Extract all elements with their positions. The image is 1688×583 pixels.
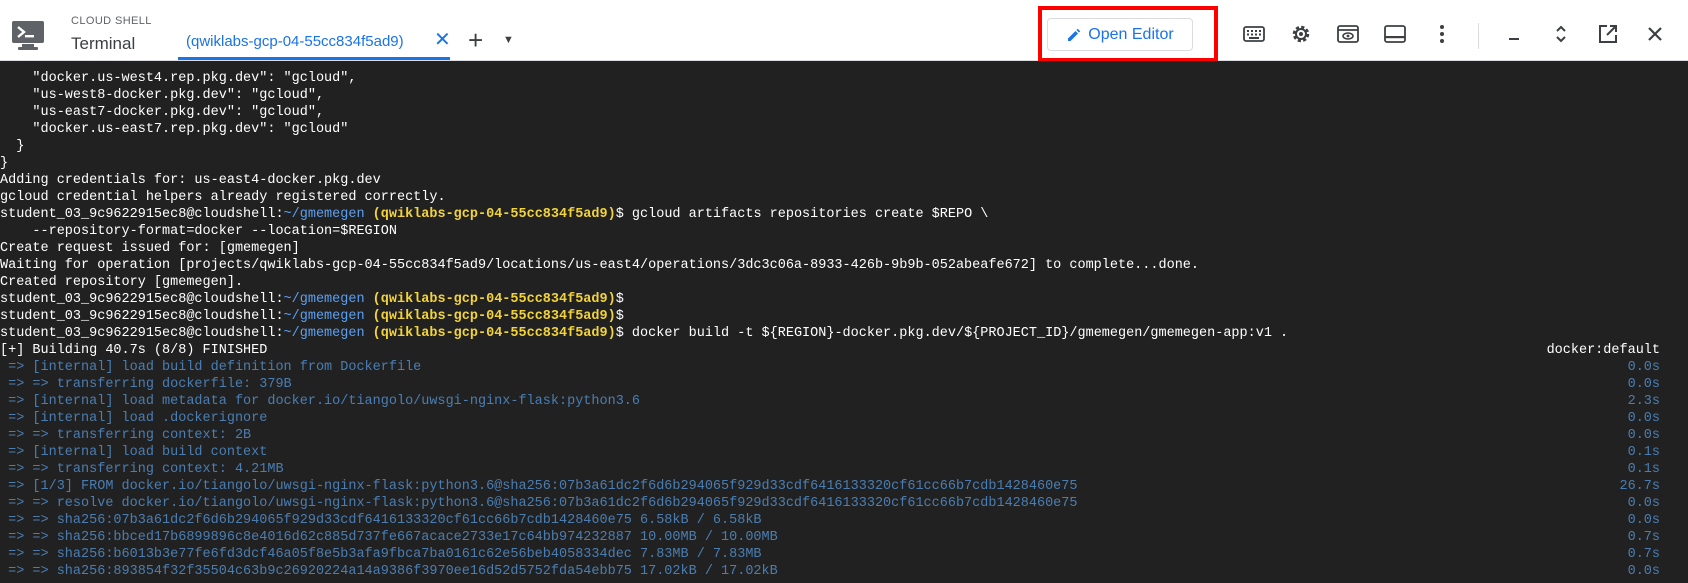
builder-name: docker:default [1546,343,1660,358]
command-line: student_03_9c9622915ec8@cloudshell:~/gme… [0,308,1688,325]
terminal-line: Create request issued for: [gmemegen] [0,241,300,256]
active-tab-indicator [178,57,450,60]
terminal-line: } [0,156,9,171]
build-step-text: => => sha256:bbced17b6899896c8e4016d62c8… [0,530,778,545]
build-step-text: => [internal] load build context [0,445,268,460]
build-step-time: 0.0s [1627,360,1660,375]
terminal-line: "docker.us-east7.rep.pkg.dev": "gcloud" [0,122,349,137]
prompt-path: ~/gmemegen [283,309,365,324]
build-step-text: => [1/3] FROM docker.io/tiangolo/uwsgi-n… [0,479,1078,494]
build-status: [+] Building 40.7s (8/8) FINISHED [0,343,268,358]
command-line: student_03_9c9622915ec8@cloudshell:~/gme… [0,325,1688,342]
build-step-line: => [internal] load build context 0.1s [0,444,1688,461]
close-tab-icon[interactable]: ✕ [434,30,451,50]
build-step-time: 26.7s [1619,479,1660,494]
terminal-output[interactable]: "docker.us-west4.rep.pkg.dev": "gcloud",… [0,61,1688,583]
panel-icon[interactable] [1383,22,1407,46]
cloud-shell-icon [12,21,44,50]
build-step-time: 0.1s [1627,445,1660,460]
terminal-line: --repository-format=docker --location=$R… [0,224,397,239]
command-text: $ [615,292,624,307]
build-step-text: => => resolve docker.io/tiangolo/uwsgi-n… [0,496,1078,511]
prompt-project: (qwiklabs-gcp-04-55cc834f5ad9) [372,292,616,307]
terminal-line: Adding credentials for: us-east4-docker.… [0,173,381,188]
build-step-line: => => transferring context: 2B 0.0s [0,427,1688,444]
build-step-time: 0.0s [1627,513,1660,528]
terminal-line: "us-west8-docker.pkg.dev": "gcloud", [0,88,325,103]
prompt-path: ~/gmemegen [283,326,365,341]
prompt-user: student_03_9c9622915ec8@cloudshell: [0,292,284,307]
terminal-line: "us-east7-docker.pkg.dev": "gcloud", [0,105,325,120]
toolbar-divider [1478,23,1479,49]
build-step-time: 0.0s [1627,377,1660,392]
build-step-time: 0.0s [1627,496,1660,511]
build-step-time: 0.0s [1627,428,1660,443]
command-line: student_03_9c9622915ec8@cloudshell:~/gme… [0,206,1688,223]
build-step-line: => => transferring dockerfile: 379B 0.0s [0,376,1688,393]
command-line: student_03_9c9622915ec8@cloudshell:~/gme… [0,291,1688,308]
command-text: $ gcloud artifacts repositories create $… [615,207,989,222]
prompt-project: (qwiklabs-gcp-04-55cc834f5ad9) [372,326,616,341]
build-step-time: 2.3s [1627,394,1660,409]
build-step-line: => [internal] load metadata for docker.i… [0,393,1688,410]
build-step-text: => => sha256:b6013b3e77fe6fd3dcf46a05f8e… [0,547,762,562]
prompt-project: (qwiklabs-gcp-04-55cc834f5ad9) [372,207,616,222]
build-step-text: => [internal] load metadata for docker.i… [0,394,641,409]
build-step-line: => => resolve docker.io/tiangolo/uwsgi-n… [0,495,1688,512]
gear-icon[interactable] [1289,22,1313,46]
build-step-line: => => sha256:bbced17b6899896c8e4016d62c8… [0,529,1688,546]
terminal-line: gcloud credential helpers already regist… [0,190,446,205]
cloud-shell-header: CLOUD SHELL Terminal (qwiklabs-gcp-04-55… [0,6,1688,62]
tab-dropdown-icon[interactable]: ▼ [503,34,514,46]
open-editor-label[interactable]: Open Editor [1088,26,1173,44]
pencil-icon [1068,28,1081,41]
build-step-line: => [internal] load .dockerignore 0.0s [0,410,1688,427]
tab-label[interactable]: (qwiklabs-gcp-04-55cc834f5ad9) [186,33,404,50]
build-step-line: => => transferring context: 4.21MB 0.1s [0,461,1688,478]
terminal-line: } [0,139,25,154]
build-step-time: 0.7s [1627,530,1660,545]
build-step-text: => [internal] load .dockerignore [0,411,268,426]
command-text: $ docker build -t ${REGION}-docker.pkg.d… [615,326,1289,341]
build-step-text: => => transferring dockerfile: 379B [0,377,292,392]
close-icon[interactable] [1643,22,1667,46]
command-text: $ [615,309,624,324]
build-step-line: => => sha256:07b3a61dc2f6d6b294065f929d3… [0,512,1688,529]
prompt-path: ~/gmemegen [283,292,365,307]
build-step-text: => => sha256:893854f32f35504c63b9c269202… [0,564,778,579]
tab-qwiklabs-project[interactable]: (qwiklabs-gcp-04-55cc834f5ad9) ✕ [178,6,451,60]
build-step-line: => [internal] load build definition from… [0,359,1688,376]
open-editor-button[interactable]: Open Editor [1047,18,1193,51]
cloud-shell-label: CLOUD SHELL [71,15,152,27]
terminal-line: "docker.us-west4.rep.pkg.dev": "gcloud", [0,71,357,86]
prompt-path: ~/gmemegen [283,207,365,222]
prompt-user: student_03_9c9622915ec8@cloudshell: [0,207,284,222]
restore-icon[interactable] [1549,22,1573,46]
build-step-line: => => sha256:b6013b3e77fe6fd3dcf46a05f8e… [0,546,1688,563]
keyboard-icon[interactable] [1242,22,1266,46]
build-step-line: => => sha256:893854f32f35504c63b9c269202… [0,563,1688,580]
build-step-time: 0.1s [1627,462,1660,477]
open-new-window-icon[interactable] [1596,22,1620,46]
minimize-icon[interactable] [1502,22,1526,46]
terminal-title: Terminal [71,34,136,53]
build-step-line: => [1/3] FROM docker.io/tiangolo/uwsgi-n… [0,478,1688,495]
terminal-line: Created repository [gmemegen]. [0,275,244,290]
build-header-line: [+] Building 40.7s (8/8) FINISHED docker:… [0,342,1688,359]
more-vert-icon[interactable] [1430,22,1454,46]
web-preview-icon[interactable] [1336,22,1360,46]
build-step-time: 0.0s [1627,411,1660,426]
build-step-time: 0.7s [1627,547,1660,562]
prompt-user: student_03_9c9622915ec8@cloudshell: [0,326,284,341]
build-step-text: => => transferring context: 2B [0,428,252,443]
build-step-time: 0.0s [1627,564,1660,579]
prompt-user: student_03_9c9622915ec8@cloudshell: [0,309,284,324]
build-step-text: => [internal] load build definition from… [0,360,422,375]
add-tab-icon[interactable]: + [468,27,483,53]
terminal-line: Waiting for operation [projects/qwiklabs… [0,258,1199,273]
build-step-text: => => transferring context: 4.21MB [0,462,284,477]
prompt-project: (qwiklabs-gcp-04-55cc834f5ad9) [372,309,616,324]
build-step-text: => => sha256:07b3a61dc2f6d6b294065f929d3… [0,513,762,528]
